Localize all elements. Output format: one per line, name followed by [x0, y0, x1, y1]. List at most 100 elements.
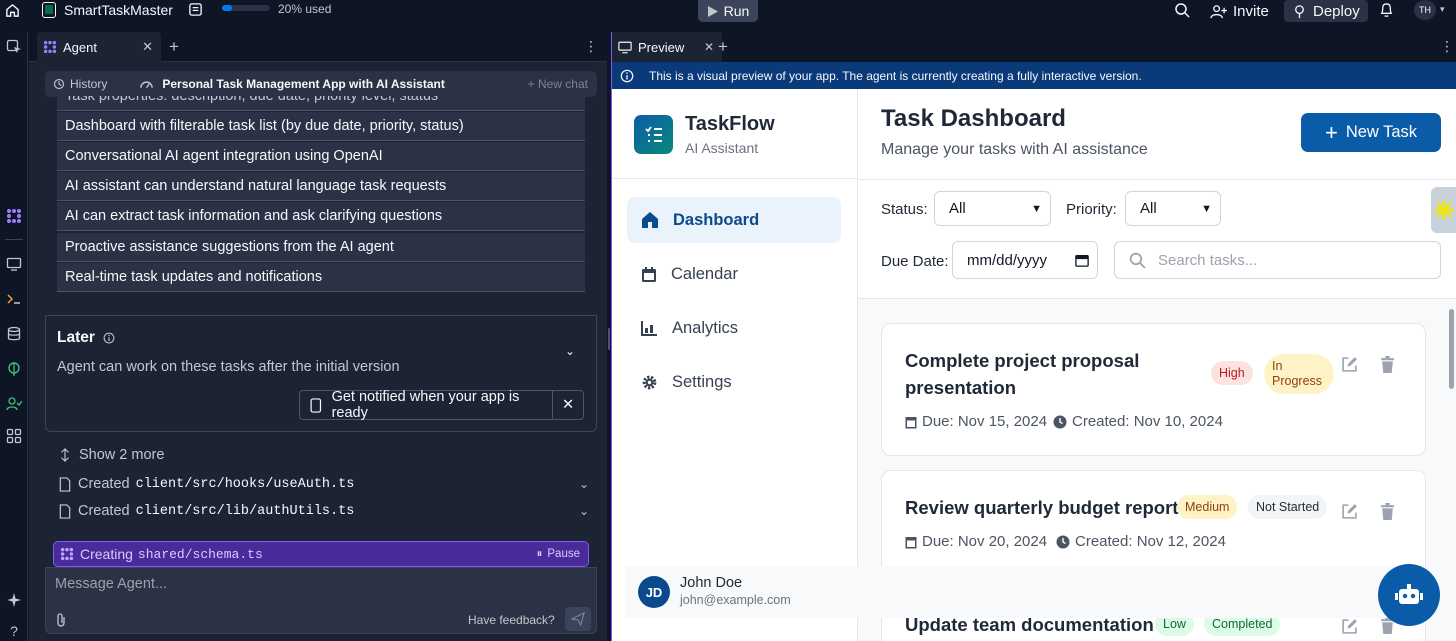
tab-preview-label: Preview — [638, 39, 685, 55]
later-header[interactable]: Later — [57, 329, 115, 347]
plus-icon[interactable]: + — [169, 37, 179, 57]
close-icon[interactable]: ✕ — [142, 39, 153, 55]
page-subtitle: Manage your tasks with AI assistance — [881, 141, 1148, 158]
plus-icon[interactable]: + — [718, 37, 728, 57]
notify-button[interactable]: Get notified when your app is ready ✕ — [299, 389, 584, 421]
tab-preview[interactable]: Preview ✕ — [612, 32, 722, 62]
bell-icon[interactable] — [1379, 2, 1394, 18]
user-name: John Doe — [680, 575, 743, 591]
database-icon[interactable] — [5, 325, 23, 343]
preview-tab-bar: Preview ✕ + ⋮ — [612, 32, 1456, 62]
agent-icon — [60, 547, 74, 561]
agent-icon — [43, 40, 57, 54]
ai-assistant-button[interactable] — [1378, 564, 1440, 626]
file-row[interactable]: Created client/src/hooks/useAuth.ts ⌄ — [59, 474, 589, 494]
chevron-down-icon[interactable]: ▾ — [1440, 4, 1445, 15]
pause-icon: ⏸ — [536, 547, 543, 560]
invite-button[interactable]: Invite — [1202, 0, 1277, 22]
paperclip-icon[interactable] — [54, 612, 68, 628]
priority-select[interactable]: All ▼ — [1125, 191, 1221, 226]
chevron-down-icon[interactable]: ⌄ — [579, 504, 589, 518]
list-item: Conversational AI agent integration usin… — [57, 142, 585, 171]
history-button[interactable]: History — [53, 77, 107, 91]
pause-button[interactable]: ⏸ Pause — [537, 548, 580, 561]
trash-icon[interactable] — [1380, 503, 1395, 520]
feedback-link[interactable]: Have feedback? — [468, 613, 555, 627]
calendar-icon — [905, 416, 917, 428]
more-vertical-icon[interactable]: ⋮ — [1440, 38, 1454, 55]
send-icon — [571, 612, 585, 626]
page-title: Task Dashboard — [881, 105, 1066, 132]
search-icon[interactable] — [1174, 2, 1190, 18]
gear-icon — [642, 375, 657, 389]
status-badge: Not Started — [1248, 495, 1328, 519]
apps-grid-icon[interactable] — [5, 427, 23, 445]
nav-analytics[interactable]: Analytics — [627, 305, 841, 351]
app-name[interactable]: SmartTaskMaster — [64, 2, 173, 18]
status-line: In — [1272, 359, 1283, 373]
user-info: John Doe john@example.com — [680, 575, 791, 609]
send-button[interactable] — [565, 607, 591, 631]
page-icon[interactable] — [188, 2, 203, 17]
due-date-label: Due Date: — [881, 253, 949, 270]
nav-label: Calendar — [671, 264, 738, 283]
due-date-input[interactable]: mm/dd/yyyy — [952, 241, 1098, 279]
tab-agent[interactable]: Agent ✕ — [37, 32, 161, 62]
trash-icon[interactable] — [1380, 356, 1395, 373]
new-task-button[interactable]: + New Task — [1301, 113, 1441, 152]
search-input[interactable]: Search tasks... — [1114, 241, 1441, 279]
preview-pane: Preview ✕ + ⋮ This is a visual preview o… — [611, 32, 1456, 641]
user-profile[interactable]: JD John Doe john@example.com — [626, 566, 1402, 618]
agent-tab-bar: Agent ✕ + ⋮ — [29, 32, 607, 62]
status-select[interactable]: All ▼ — [934, 191, 1051, 226]
sparkle-icon[interactable] — [5, 591, 23, 609]
chevron-down-icon[interactable]: ⌄ — [579, 477, 589, 491]
expand-icon — [61, 448, 69, 462]
avatar: JD — [638, 576, 670, 608]
edit-icon[interactable] — [1341, 356, 1358, 373]
chevron-down-icon[interactable]: ⌄ — [565, 344, 575, 358]
nav-dashboard[interactable]: Dashboard — [627, 197, 841, 243]
created-label: Created — [78, 503, 130, 519]
home-icon[interactable] — [5, 3, 20, 18]
new-chat-button[interactable]: + New chat — [528, 77, 588, 91]
message-placeholder: Message Agent... — [55, 576, 168, 592]
task-due: Due: Nov 20, 2024 — [905, 533, 1047, 550]
user-check-icon[interactable] — [5, 395, 23, 413]
status-value: All — [949, 200, 966, 217]
edit-icon[interactable] — [1341, 618, 1358, 635]
created-label: Created — [78, 476, 130, 492]
monitor-icon[interactable] — [5, 255, 23, 273]
task-title: Complete project proposal presentation — [905, 347, 1139, 401]
nav-calendar[interactable]: Calendar — [627, 251, 841, 297]
nav-settings[interactable]: Settings — [627, 359, 841, 405]
edit-icon[interactable] — [1341, 503, 1358, 520]
side-widget[interactable] — [1431, 187, 1456, 233]
search-placeholder: Search tasks... — [1158, 251, 1258, 269]
info-icon — [620, 69, 634, 82]
file-row[interactable]: Created client/src/lib/authUtils.ts ⌄ — [59, 501, 589, 521]
agent-icon[interactable] — [5, 207, 23, 225]
avatar[interactable]: TH — [1414, 0, 1436, 20]
scrollbar[interactable] — [1449, 309, 1454, 389]
close-icon[interactable]: ✕ — [552, 391, 583, 419]
calendar-icon — [1075, 254, 1089, 267]
run-button[interactable]: Run — [698, 0, 758, 22]
message-input[interactable]: Message Agent... Have feedback? — [45, 567, 597, 634]
task-created-text: Created: Nov 12, 2024 — [1075, 533, 1226, 550]
calendar-icon — [905, 536, 917, 548]
task-card[interactable]: Complete project proposal presentation H… — [881, 323, 1426, 456]
drag-handle[interactable] — [608, 328, 610, 350]
file-path: client/src/hooks/useAuth.ts — [135, 476, 355, 492]
due-date-placeholder: mm/dd/yyyy — [967, 251, 1048, 269]
more-vertical-icon[interactable]: ⋮ — [584, 38, 598, 55]
terminal-icon[interactable] — [5, 290, 23, 308]
user-email: john@example.com — [680, 593, 791, 607]
task-due-text: Due: Nov 15, 2024 — [922, 413, 1048, 430]
deploy-button[interactable]: Deploy — [1284, 0, 1368, 22]
brain-icon[interactable] — [5, 360, 23, 378]
help-icon[interactable]: ? — [5, 622, 23, 640]
show-more-button[interactable]: Show 2 more — [59, 445, 589, 465]
cursor-select-icon[interactable] — [5, 38, 23, 56]
close-icon[interactable]: ✕ — [704, 40, 714, 54]
